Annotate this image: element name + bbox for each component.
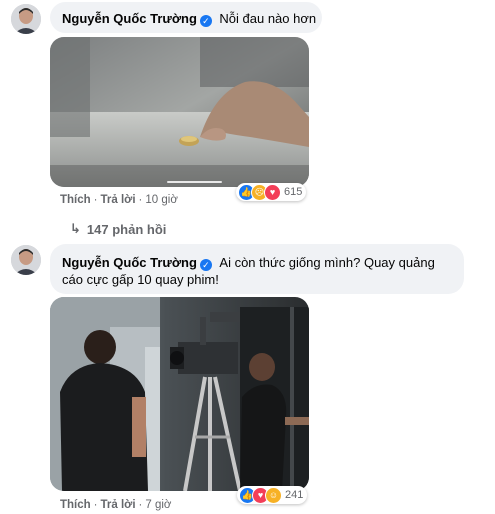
reaction-summary[interactable]: 👍 ♥ ☺ 241	[237, 486, 308, 504]
reaction-summary[interactable]: 👍 ☹ ♥ 615	[236, 183, 307, 201]
separator-dot: ·	[138, 499, 143, 511]
love-icon: ♥	[264, 183, 281, 201]
author-name[interactable]: Nguyễn Quốc Trường	[62, 11, 197, 26]
comment-actions: Thích · Trả lời · 7 giờ	[60, 499, 171, 511]
timestamp[interactable]: 7 giờ	[145, 499, 171, 511]
comment-text-line-1: Ai còn thức giống mình? Quay quảng	[219, 255, 435, 270]
reply-link[interactable]: Trả lời	[101, 194, 136, 206]
comment-text-line-2: cáo cực gấp 10 quay phim!	[62, 272, 219, 287]
reply-link[interactable]: Trả lời	[101, 499, 136, 511]
avatar[interactable]	[11, 245, 41, 275]
comment-text: Nỗi đau nào hơn	[219, 11, 317, 26]
reply-arrow-icon: ↳	[70, 221, 81, 236]
verified-badge-icon: ✓	[199, 15, 212, 27]
separator-dot: ·	[93, 194, 98, 206]
avatar[interactable]	[11, 4, 41, 34]
separator-dot: ·	[138, 194, 143, 206]
separator-dot: ·	[93, 499, 98, 511]
timestamp[interactable]: 10 giờ	[145, 194, 177, 206]
replies-count: 147 phản hồi	[86, 221, 167, 237]
like-link[interactable]: Thích	[60, 194, 91, 206]
reaction-count: 241	[285, 489, 304, 501]
like-link[interactable]: Thích	[60, 499, 91, 511]
comment-image[interactable]	[50, 37, 309, 187]
comment-bubble: Nguyễn Quốc Trường ✓ Nỗi đau nào hơn	[50, 2, 322, 33]
comment-bubble: Nguyễn Quốc Trường ✓ Ai còn thức giống mì…	[50, 244, 464, 294]
comment-image[interactable]	[50, 297, 309, 491]
author-name[interactable]: Nguyễn Quốc Trường	[62, 255, 197, 270]
verified-badge-icon: ✓	[199, 259, 212, 271]
view-replies-link[interactable]: ↳ 147 phản hồi	[70, 221, 166, 237]
comment-actions: Thích · Trả lời · 10 giờ	[60, 194, 178, 206]
reaction-count: 615	[284, 186, 303, 198]
haha-icon: ☺	[265, 486, 282, 504]
